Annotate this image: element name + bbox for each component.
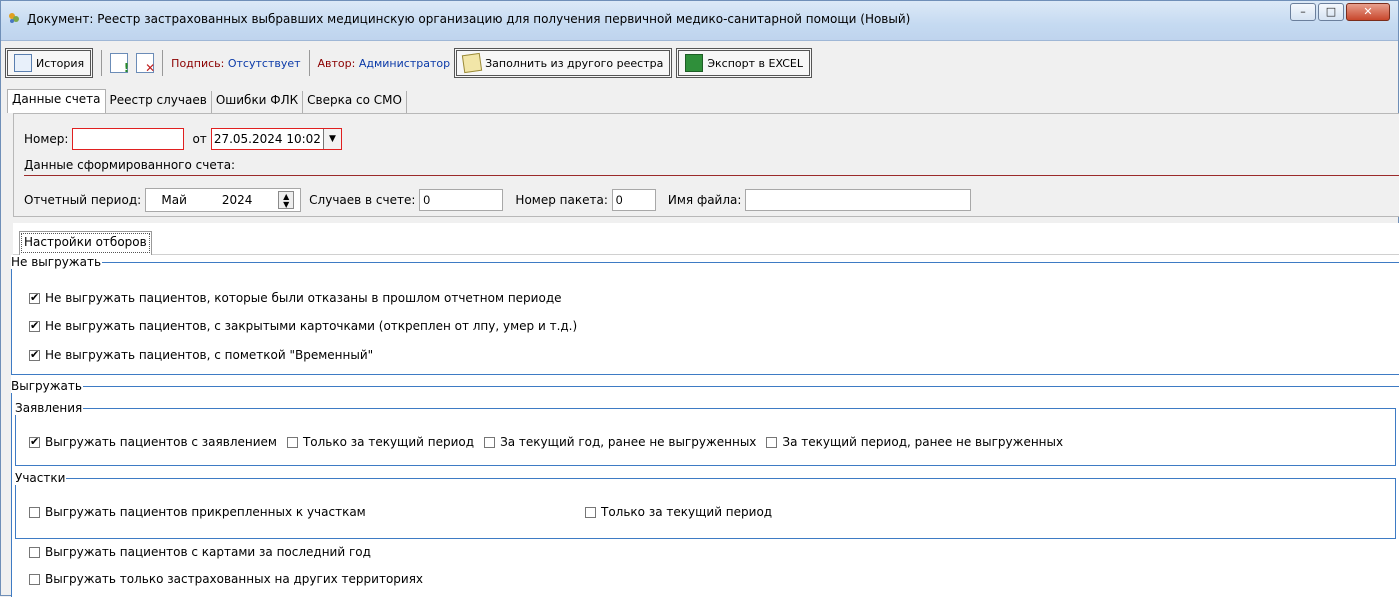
tab-smo-reconciliation[interactable]: Сверка со СМО — [303, 91, 407, 113]
no-export-refused-checkbox[interactable]: Не выгружать пациентов, которые были отк… — [29, 291, 562, 305]
number-label: Номер: — [24, 132, 69, 146]
statements-row: Выгружать пациентов с заявлением Только … — [29, 435, 1073, 449]
account-data-panel: Номер: от 27.05.2024 10:02 ▼ Данные сфор… — [13, 113, 1399, 217]
checkbox-icon — [29, 573, 40, 585]
minimize-icon: – — [1300, 5, 1306, 18]
document-window: Документ: Реестр застрахованных выбравши… — [0, 0, 1399, 597]
package-input[interactable] — [611, 189, 656, 211]
checkbox-icon — [29, 319, 40, 332]
window-title: Документ: Реестр застрахованных выбравши… — [27, 12, 911, 26]
sites-current-period-label: Только за текущий период — [601, 505, 773, 519]
close-icon: ✕ — [1363, 5, 1373, 18]
export-insured-other-territories-checkbox[interactable]: Выгружать только застрахованных на други… — [29, 572, 423, 586]
checkbox-icon — [766, 436, 778, 448]
toolbar-separator — [101, 50, 103, 76]
checkbox-icon — [286, 436, 298, 448]
formed-account-heading: Данные сформированного счета: — [24, 158, 236, 172]
minimize-button[interactable]: – — [1290, 3, 1316, 21]
settings-tab-strip: Настройки отборов — [13, 223, 1399, 255]
no-export-legend: Не выгружать — [11, 255, 102, 269]
filename-input[interactable] — [745, 189, 972, 211]
package-label: Номер пакета: — [515, 193, 608, 207]
fill-label: Заполнить из другого реестра — [485, 56, 664, 70]
filename-label: Имя файла: — [667, 193, 742, 207]
checkbox-icon — [29, 506, 40, 518]
from-label: от — [192, 132, 207, 146]
current-period-only-label: Только за текущий период — [302, 435, 475, 449]
fill-from-registry-button[interactable]: Заполнить из другого реестра — [454, 48, 673, 78]
cases-label: Случаев в счете: — [309, 193, 416, 207]
export-excel-button[interactable]: Экспорт в EXCEL — [676, 48, 812, 78]
tab-filter-settings[interactable]: Настройки отборов — [19, 231, 152, 255]
tab-account-data[interactable]: Данные счета — [7, 89, 106, 113]
current-period-not-exported-label: За текущий период, ранее не выгруженных — [782, 435, 1064, 449]
unsign-document-icon[interactable]: ✕ — [136, 53, 155, 74]
date-picker[interactable]: 27.05.2024 10:02 ▼ — [210, 128, 342, 150]
export-insured-other-territories-label: Выгружать только застрахованных на други… — [45, 572, 424, 586]
signature-status: Подпись: Отсутствует — [171, 56, 301, 70]
date-value: 27.05.2024 10:02 — [213, 132, 321, 146]
period-label: Отчетный период: — [24, 193, 142, 207]
main-tabs: Данные счета Реестр случаев Ошибки ФЛК С… — [1, 89, 1398, 113]
statements-group: Заявления — [15, 401, 1396, 466]
maximize-button[interactable]: □ — [1318, 3, 1344, 21]
period-year: 2024 — [221, 193, 253, 207]
no-export-temporary-label: Не выгружать пациентов, с пометкой "Врем… — [45, 348, 374, 362]
current-period-only-checkbox[interactable]: Только за текущий период — [286, 435, 475, 449]
checkbox-icon — [585, 506, 596, 518]
current-period-not-exported-checkbox[interactable]: За текущий период, ранее не выгруженных — [766, 435, 1063, 449]
spin-arrows-icon[interactable]: ▲ ▼ — [278, 191, 295, 209]
export-with-cards-last-year-label: Выгружать пациентов с картами за последн… — [45, 545, 371, 559]
export-label: Экспорт в EXCEL — [707, 56, 803, 70]
checkbox-icon — [29, 291, 40, 304]
checkbox-icon — [29, 348, 40, 361]
statements-legend: Заявления — [15, 401, 83, 415]
log-icon — [14, 54, 32, 72]
export-attached-to-sites-label: Выгружать пациентов прикрепленных к учас… — [45, 505, 366, 519]
current-year-not-exported-checkbox[interactable]: За текущий год, ранее не выгруженных — [484, 435, 756, 449]
period-month: Май — [161, 193, 187, 207]
no-export-refused-label: Не выгружать пациентов, которые были отк… — [45, 291, 562, 305]
checkbox-icon — [29, 435, 40, 448]
checkbox-icon — [484, 436, 496, 448]
export-attached-to-sites-checkbox[interactable]: Выгружать пациентов прикрепленных к учас… — [29, 505, 366, 519]
dropdown-arrow-icon[interactable]: ▼ — [322, 129, 341, 149]
export-legend: Выгружать — [11, 379, 82, 393]
no-export-temporary-checkbox[interactable]: Не выгружать пациентов, с пометкой "Врем… — [29, 348, 373, 362]
notepad-icon — [461, 52, 483, 74]
toolbar-separator — [308, 50, 310, 76]
maximize-icon: □ — [1325, 5, 1337, 18]
excel-icon — [685, 54, 704, 72]
close-button[interactable]: ✕ — [1346, 3, 1390, 21]
export-with-statement-label: Выгружать пациентов с заявлением — [45, 435, 277, 449]
author-status: Автор: Администратор — [317, 56, 451, 70]
export-with-cards-last-year-checkbox[interactable]: Выгружать пациентов с картами за последн… — [29, 545, 371, 559]
no-export-closed-cards-label: Не выгружать пациентов, с закрытыми карт… — [45, 319, 578, 333]
toolbar: История ! ✕ Подпись: Отсутствует Автор: … — [1, 43, 1398, 83]
no-export-closed-cards-checkbox[interactable]: Не выгружать пациентов, с закрытыми карт… — [29, 319, 577, 333]
cases-input[interactable] — [419, 189, 504, 211]
tab-flk-errors[interactable]: Ошибки ФЛК — [212, 91, 304, 113]
sign-document-icon[interactable]: ! — [110, 53, 129, 74]
export-with-statement-checkbox[interactable]: Выгружать пациентов с заявлением — [29, 435, 277, 449]
checkbox-icon — [29, 546, 40, 558]
divider — [24, 175, 1399, 176]
sites-current-period-checkbox[interactable]: Только за текущий период — [585, 505, 772, 519]
current-year-not-exported-label: За текущий год, ранее не выгруженных — [500, 435, 757, 449]
history-label: История — [36, 56, 85, 70]
history-button[interactable]: История — [5, 48, 94, 78]
title-bar[interactable]: Документ: Реестр застрахованных выбравши… — [1, 1, 1398, 41]
filter-settings-panel: Не выгружать Не выгружать пациентов, кот… — [11, 255, 1399, 597]
app-icon — [9, 13, 19, 23]
sites-legend: Участки — [15, 471, 66, 485]
period-spinner[interactable]: Май 2024 ▲ ▼ — [145, 188, 302, 212]
toolbar-separator — [162, 50, 164, 76]
number-input[interactable] — [72, 128, 185, 150]
tab-cases-registry[interactable]: Реестр случаев — [106, 91, 212, 113]
